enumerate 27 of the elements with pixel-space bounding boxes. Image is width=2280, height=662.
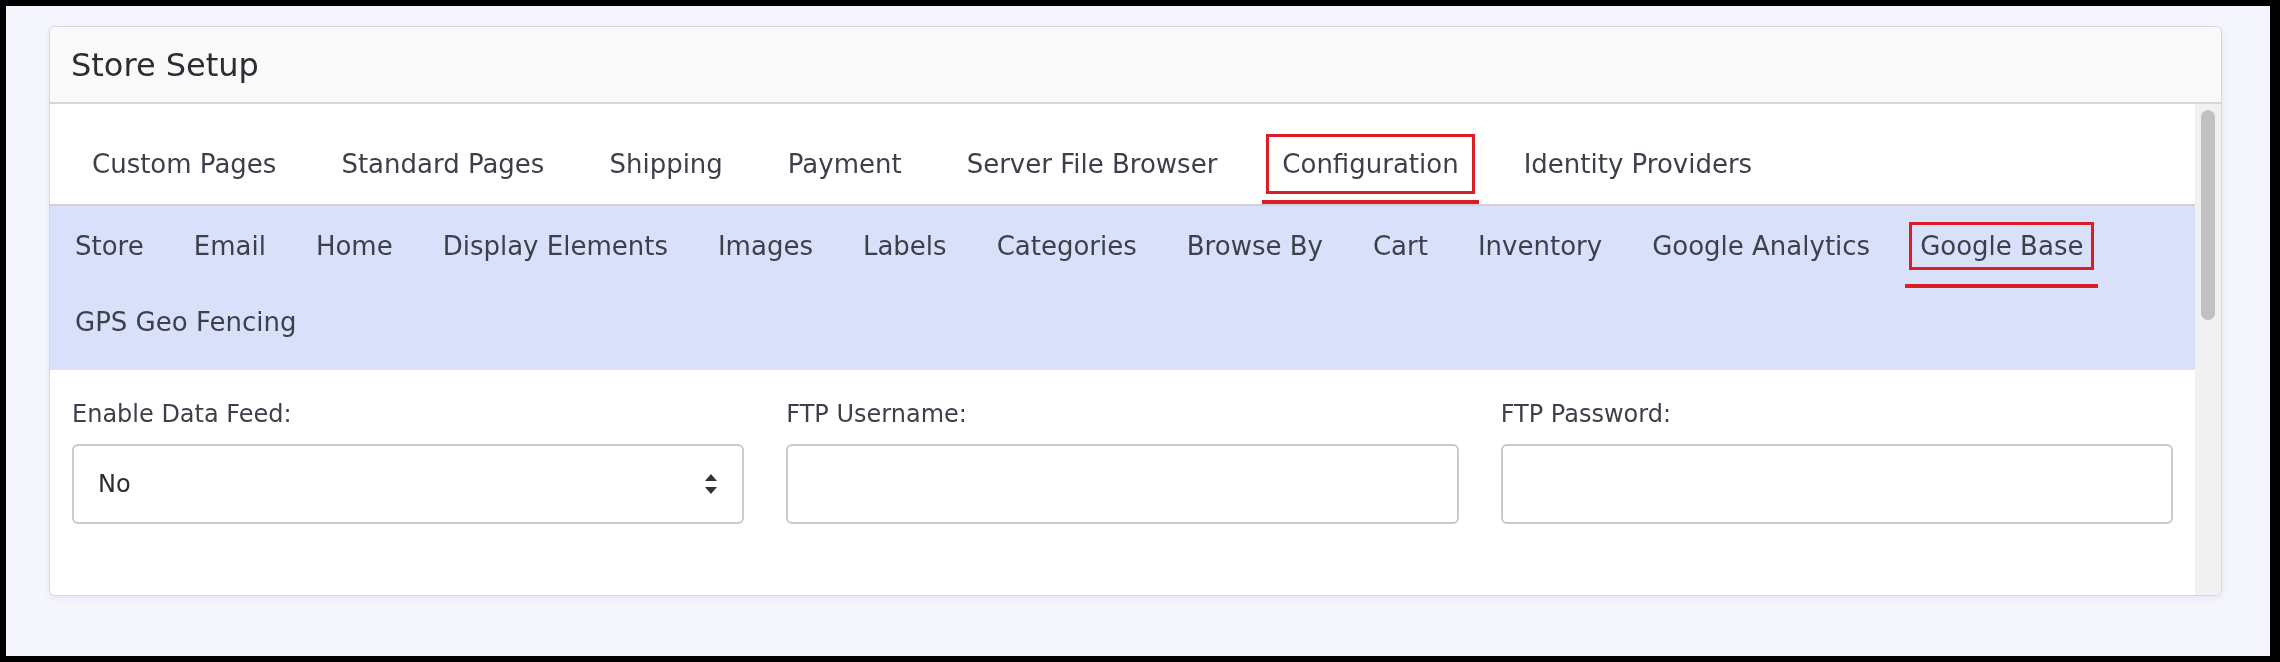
card-title: Store Setup (71, 45, 259, 84)
tab[interactable]: Standard Pages (321, 134, 565, 204)
scrollbar-thumb[interactable] (2201, 110, 2215, 320)
subtab[interactable]: Cart (1357, 212, 1443, 288)
subtab[interactable]: Labels (847, 212, 962, 288)
subtab[interactable]: Browse By (1171, 212, 1338, 288)
tab[interactable]: Server File Browser (946, 134, 1238, 204)
subtab[interactable]: Home (300, 212, 408, 288)
subtab[interactable]: Google Analytics (1637, 212, 1886, 288)
tab[interactable]: Custom Pages (72, 134, 297, 204)
subtab[interactable]: Inventory (1462, 212, 1618, 288)
field-label: Enable Data Feed: (72, 400, 293, 428)
subtab[interactable]: Display Elements (427, 212, 683, 288)
select-field[interactable]: No (72, 444, 745, 524)
subtab[interactable]: Categories (981, 212, 1152, 288)
subtab[interactable]: GPS Geo Fencing (60, 288, 312, 364)
input-field[interactable] (786, 444, 1459, 524)
subtab[interactable]: Email (178, 212, 281, 288)
tab[interactable]: Identity Providers (1503, 134, 1773, 204)
field-label: FTP Username: (786, 400, 968, 428)
subtab[interactable]: Images (702, 212, 828, 288)
tab[interactable]: Payment (767, 134, 922, 204)
field-label: FTP Password: (1500, 400, 1672, 428)
subtab[interactable]: Store (60, 212, 159, 288)
tab[interactable]: Shipping (589, 134, 743, 204)
sort-caret-icon (704, 473, 719, 495)
password-field[interactable] (1500, 444, 2173, 524)
